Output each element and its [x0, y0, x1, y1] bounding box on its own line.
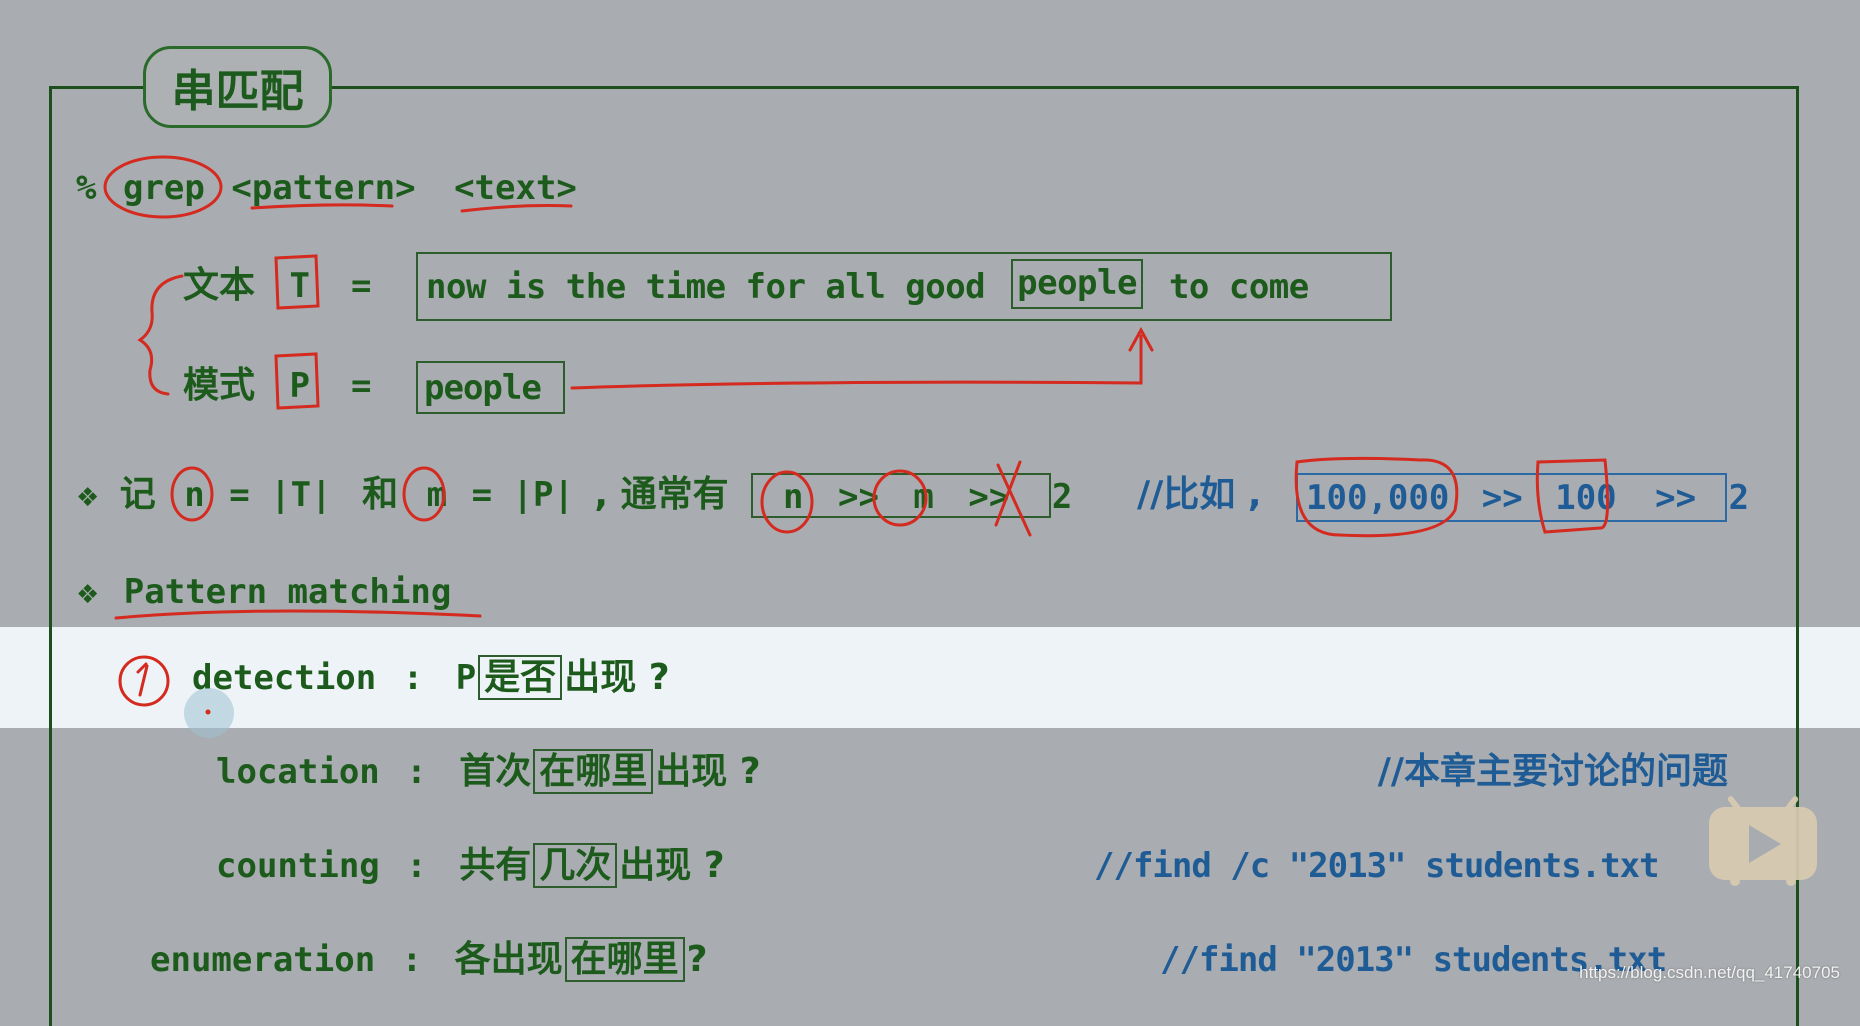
item-colon: :	[406, 846, 427, 886]
example-gg-2: >>	[1655, 478, 1697, 518]
text-words-before: now is the time for all good	[426, 267, 986, 307]
pattern-matching-heading: ❖ Pattern matching	[76, 572, 451, 615]
text-match: people	[1017, 263, 1137, 303]
ineq-gg-1: >>	[837, 477, 879, 517]
notation-m: m	[426, 475, 448, 515]
item-term: counting	[216, 846, 380, 886]
notation-eq-p: = |P|	[471, 475, 574, 515]
item-term: enumeration	[150, 940, 376, 980]
ineq-gg-2: >>	[968, 477, 1010, 517]
text-definition-row: 文本 T =	[183, 265, 371, 307]
item-term: detection	[192, 658, 377, 698]
item-pre: 各出现	[454, 939, 563, 980]
item-detection: detection : P 是否 出现 ?	[192, 655, 670, 700]
item-colon: :	[401, 940, 423, 980]
example-big: 100,000	[1306, 478, 1450, 518]
example-box: 100,000 >> 100 >> 2	[1296, 473, 1749, 522]
item-post: 出现 ?	[619, 845, 725, 886]
item-boxed: 几次	[533, 843, 618, 888]
item-counting: counting : 共有 几次 出现 ?	[216, 843, 725, 888]
item-location: location : 首次 在哪里 出现 ?	[216, 749, 761, 794]
pattern-label: 模式	[183, 365, 256, 406]
item-boxed: 在哪里	[533, 749, 654, 794]
notation-eq-t: = |T|	[229, 475, 332, 515]
example-mid: 100	[1555, 478, 1617, 518]
notation-n: n	[184, 475, 205, 515]
pattern-value: people	[424, 368, 542, 408]
text-value-box: now is the time for all good people to c…	[416, 252, 1392, 321]
item-post: 出现 ?	[655, 751, 761, 792]
text-arg: <text>	[454, 168, 577, 208]
text-match-box: people	[1011, 259, 1143, 309]
grep-command-line: % grep <pattern> <text>	[76, 168, 577, 208]
bullet-icon: ❖	[76, 483, 100, 513]
item-boxed: 是否	[478, 655, 563, 700]
item-pre: 共有	[459, 845, 532, 886]
notation-row: ❖ 记 n = |T| 和 m = |P| , 通常有	[76, 475, 729, 518]
prompt-symbol: %	[76, 168, 97, 208]
inequality-box: n >> m >> 2	[751, 473, 1072, 518]
example-gg-1: >>	[1481, 478, 1523, 518]
pattern-definition-row: 模式 P =	[183, 365, 371, 407]
location-comment: //本章主要讨论的问题	[1377, 751, 1728, 792]
text-var: T	[289, 266, 310, 306]
item-colon: :	[402, 658, 424, 698]
ineq-m: m	[913, 477, 934, 517]
slide-title: 串匹配	[171, 66, 304, 117]
grep-command: grep	[122, 168, 205, 208]
pattern-value-box: people	[416, 361, 565, 414]
text-label: 文本	[183, 265, 256, 306]
item-pre: 首次	[459, 751, 532, 792]
item-enumeration: enumeration : 各出现 在哪里?	[150, 937, 708, 982]
tv-play-icon[interactable]	[1709, 793, 1817, 886]
pattern-var: P	[289, 366, 310, 406]
ineq-n: n	[783, 477, 804, 517]
counting-comment: //find /c "2013" students.txt	[1094, 846, 1660, 886]
item-post: 出现 ?	[564, 657, 670, 698]
example-prefix: //比如 ,	[1137, 474, 1262, 515]
text-equals: =	[351, 266, 372, 306]
item-colon: :	[406, 752, 427, 792]
text-words-after: to come	[1168, 267, 1309, 307]
notation-prefix: 记	[119, 474, 156, 515]
watermark-url: https://blog.csdn.net/qq_41740705	[1579, 963, 1840, 982]
example-small: 2	[1728, 478, 1750, 518]
bullet-icon: ❖	[76, 580, 100, 610]
pattern-equals: =	[351, 366, 372, 406]
ineq-two: 2	[1051, 477, 1073, 517]
notation-usually: , 通常有	[594, 474, 729, 515]
item-term: location	[216, 752, 380, 792]
item-pre: P	[455, 658, 477, 698]
item-boxed: 在哪里	[564, 937, 685, 982]
slide-title-badge: 串匹配	[143, 46, 332, 128]
pattern-matching-title: Pattern matching	[123, 572, 452, 612]
notation-and: 和	[362, 474, 399, 515]
example-comment: //比如 ,	[1137, 475, 1262, 515]
pattern-arg: <pattern>	[231, 168, 416, 208]
item-post: ?	[686, 939, 708, 980]
